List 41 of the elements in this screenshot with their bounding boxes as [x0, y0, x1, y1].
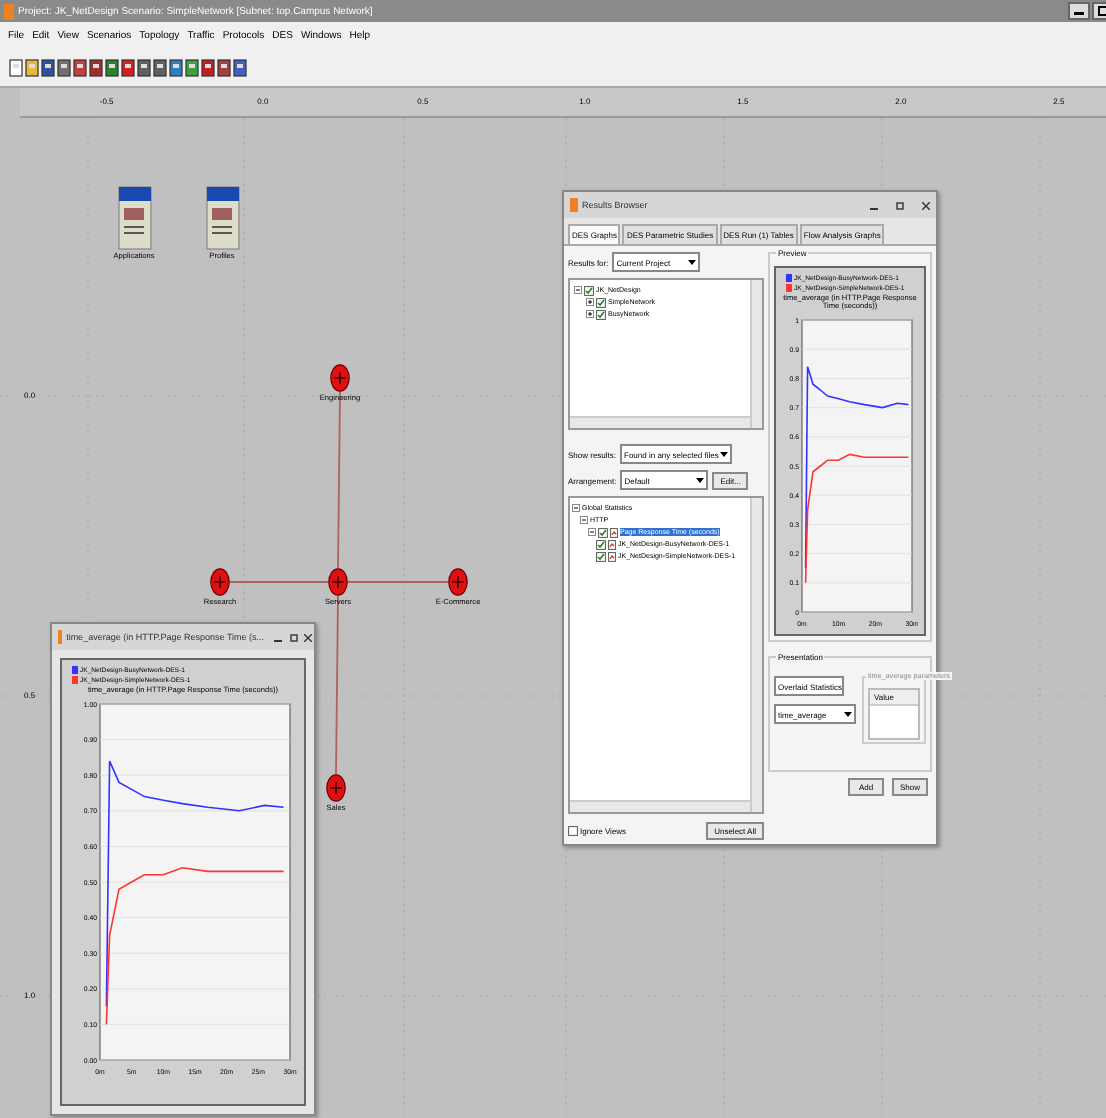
horizontal-scrollbar[interactable] [570, 416, 752, 428]
router-icon[interactable] [448, 568, 468, 596]
checkbox[interactable] [596, 539, 606, 549]
checkbox[interactable] [598, 527, 608, 537]
expand-icon[interactable] [586, 310, 594, 318]
checkbox[interactable] [596, 309, 606, 319]
close-icon [304, 633, 313, 641]
checkbox[interactable] [596, 551, 606, 561]
caret-icon [696, 476, 705, 484]
new-document-icon[interactable] [8, 57, 24, 77]
caret-icon [688, 258, 697, 266]
config-icon[interactable] [205, 186, 239, 250]
minimize-button[interactable] [1068, 2, 1090, 20]
app-icon [570, 198, 578, 212]
collapse-icon[interactable] [574, 286, 582, 294]
checkbox[interactable] [568, 825, 578, 835]
collapse-icon[interactable] [580, 516, 588, 524]
router-icon[interactable] [210, 568, 230, 596]
horizontal-scrollbar[interactable] [570, 800, 752, 812]
maximize-icon [1098, 6, 1106, 16]
app-icon [4, 3, 14, 19]
config-icon[interactable] [117, 186, 151, 250]
collapse-icon[interactable] [588, 528, 596, 536]
checkbox[interactable] [596, 297, 606, 307]
vertical-scrollbar[interactable] [750, 498, 762, 812]
close-icon [921, 201, 929, 209]
app-icon [58, 630, 63, 644]
collapse-icon[interactable] [572, 504, 580, 512]
router-icon[interactable] [326, 774, 346, 802]
maximize-icon [895, 201, 903, 209]
checkbox[interactable] [584, 285, 594, 295]
router-icon[interactable] [328, 568, 348, 596]
vertical-scrollbar[interactable] [750, 280, 762, 428]
link-line [347, 581, 449, 583]
caret-icon [844, 710, 852, 718]
expand-icon[interactable] [586, 298, 594, 306]
link-line [229, 581, 329, 583]
router-icon[interactable] [330, 364, 350, 392]
caret-icon [720, 450, 729, 458]
maximize-icon [289, 633, 298, 641]
minimize-icon [1074, 6, 1084, 16]
